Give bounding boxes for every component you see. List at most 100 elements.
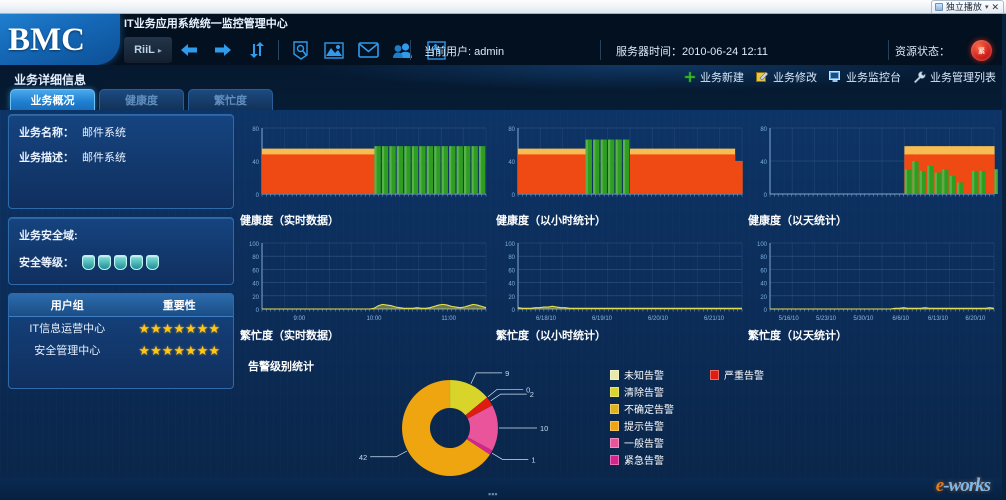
- chart-health-hourly-plot: 0 40 80: [508, 127, 743, 199]
- chart-busy-realtime[interactable]: 0 20 40 60 80 100 9:00 10:00 11:00 繁忙度（实时数据）: [240, 239, 490, 351]
- svg-text:100: 100: [757, 242, 768, 248]
- legend-item[interactable]: 未知告警: [610, 366, 674, 383]
- legend-swatch-icon: [610, 386, 619, 397]
- svg-text:80: 80: [760, 255, 767, 261]
- svg-text:1: 1: [531, 455, 535, 464]
- riil-menu-button[interactable]: RiiL ▸: [124, 37, 172, 63]
- tab-business-overview[interactable]: 业务概况: [10, 89, 95, 110]
- close-icon[interactable]: ✕: [991, 2, 999, 12]
- mail-icon[interactable]: [351, 36, 385, 64]
- chart-health-daily[interactable]: 0 40 80 健康度（以天统计）: [748, 124, 998, 236]
- svg-text:40: 40: [252, 282, 259, 288]
- business-create-button[interactable]: 业务新建: [683, 69, 744, 85]
- legend-item[interactable]: 严重告警: [710, 366, 764, 383]
- tab-health-label: 健康度: [125, 95, 158, 107]
- table-row[interactable]: IT信息运营中心 ★ ★ ★ ★ ★ ★ ★: [9, 317, 233, 339]
- refresh-icon[interactable]: [240, 36, 274, 64]
- tab-health[interactable]: 健康度: [99, 89, 184, 110]
- business-edit-button[interactable]: 业务修改: [756, 69, 817, 85]
- svg-text:42: 42: [359, 453, 367, 462]
- svg-text:2: 2: [530, 390, 534, 399]
- legend-swatch-icon: [710, 369, 719, 380]
- image-report-icon[interactable]: [317, 36, 351, 64]
- security-domain-label: 业务安全域:: [19, 230, 78, 242]
- legend-label: 未知告警: [624, 371, 664, 382]
- tab-busy[interactable]: 繁忙度: [188, 89, 273, 110]
- svg-text:0: 0: [256, 193, 260, 199]
- legend-item[interactable]: 不确定告警: [610, 400, 674, 417]
- svg-text:6/20/10: 6/20/10: [965, 316, 986, 322]
- chart-health-hourly[interactable]: 0 40 80 健康度（以小时统计）: [496, 124, 746, 236]
- alarm-level-title: 告警级别统计: [248, 361, 314, 373]
- svg-text:0: 0: [764, 193, 768, 199]
- browser-chrome-bar: 独立播放 ▾ ✕: [0, 0, 1006, 14]
- business-console-button[interactable]: 业务监控台: [829, 69, 901, 85]
- column-header-importance: 重要性: [162, 300, 196, 312]
- edit-icon: [756, 71, 769, 84]
- business-manage-list-button[interactable]: 业务管理列表: [913, 69, 996, 85]
- legend-label: 清除告警: [624, 388, 664, 399]
- legend-label: 一般告警: [624, 439, 664, 450]
- star-icon: ★: [208, 320, 221, 336]
- shield-icon: [146, 254, 159, 270]
- shield-icon: [82, 254, 95, 270]
- star-icon: ★: [185, 342, 197, 358]
- users-icon[interactable]: [385, 36, 419, 64]
- forward-arrow-icon[interactable]: [206, 36, 240, 64]
- chart-busy-hourly[interactable]: 0 20 40 60 80 100 6/18/10 6/19/10 6/20/10 6/21/10…: [496, 239, 746, 351]
- star-icon: ★: [138, 320, 151, 336]
- riil-menu-label: RiiL: [134, 44, 155, 56]
- toolbar-divider: [278, 40, 279, 60]
- tab-business-overview-label: 业务概况: [30, 95, 75, 107]
- legend-item[interactable]: 紧急告警: [610, 451, 674, 468]
- bmc-logo: BMC: [8, 22, 85, 58]
- svg-text:80: 80: [252, 255, 259, 261]
- svg-text:20: 20: [252, 295, 259, 301]
- shield-icon: [130, 254, 143, 270]
- group-name: 安全管理中心: [34, 345, 101, 357]
- legend-swatch-icon: [610, 437, 619, 448]
- legend-column-2: 严重告警: [710, 366, 764, 383]
- svg-text:60: 60: [252, 268, 259, 274]
- star-icon: ★: [138, 342, 151, 358]
- svg-text:100: 100: [505, 242, 516, 248]
- chart-busy-realtime-title: 繁忙度（实时数据）: [240, 330, 339, 342]
- header-title: IT业务应用系统统一监控管理中心: [124, 18, 288, 30]
- svg-text:60: 60: [508, 268, 515, 274]
- star-icon: ★: [161, 342, 174, 358]
- chart-grid: 0 40 80 健康度（实时数据） 0 40 80 健康度（以小时统计） 0 40 80 健…: [240, 114, 1002, 354]
- chevron-down-icon[interactable]: ▾: [985, 3, 989, 11]
- chart-health-realtime-plot: 0 40 80: [252, 127, 487, 199]
- page-title: 业务详细信息: [14, 73, 87, 87]
- svg-text:6/13/10: 6/13/10: [928, 316, 949, 322]
- star-icon: ★: [196, 342, 209, 358]
- legend-item[interactable]: 清除告警: [610, 383, 674, 400]
- security-domain-row: 业务安全域:: [19, 227, 223, 243]
- user-group-table: 用户组 重要性 IT信息运营中心 ★ ★ ★ ★ ★ ★ ★ 安全管理中心 ★ …: [8, 293, 234, 389]
- footer-bar: ▪▪▪ e-works: [0, 475, 1006, 500]
- business-name-value: 邮件系统: [82, 127, 126, 139]
- legend-item[interactable]: 一般告警: [610, 434, 674, 451]
- legend-item[interactable]: 提示告警: [610, 417, 674, 434]
- svg-text:100: 100: [249, 242, 260, 248]
- business-edit-label: 业务修改: [773, 72, 817, 84]
- svg-text:6/18/10: 6/18/10: [536, 316, 557, 322]
- chart-health-realtime-title: 健康度（实时数据）: [240, 215, 339, 227]
- svg-text:40: 40: [508, 160, 515, 166]
- table-row[interactable]: 安全管理中心 ★ ★ ★ ★ ★ ★ ★: [9, 339, 233, 361]
- back-arrow-icon[interactable]: [172, 36, 206, 64]
- wrench-icon: [913, 70, 926, 84]
- chart-health-realtime[interactable]: 0 40 80 健康度（实时数据）: [240, 124, 490, 236]
- svg-text:0: 0: [512, 308, 516, 314]
- business-name-row: 业务名称： 邮件系统: [19, 124, 223, 140]
- svg-text:80: 80: [508, 255, 515, 261]
- business-desc-label: 业务描述：: [19, 152, 74, 164]
- search-tool-icon[interactable]: [283, 36, 317, 64]
- media-tab[interactable]: 独立播放 ▾ ✕: [930, 0, 1004, 13]
- chart-busy-daily[interactable]: 0 20 40 60 80 100 5/16/10 5/23/10 5/30/10 6/6/10 6…: [748, 239, 998, 351]
- star-icon: ★: [150, 342, 162, 358]
- chart-busy-realtime-plot: 0 20 40 60 80 100 9:00 10:00 11:00: [249, 242, 487, 322]
- exit-icon[interactable]: [419, 36, 453, 64]
- svg-text:0: 0: [764, 308, 768, 314]
- group-name: IT信息运营中心: [29, 323, 106, 335]
